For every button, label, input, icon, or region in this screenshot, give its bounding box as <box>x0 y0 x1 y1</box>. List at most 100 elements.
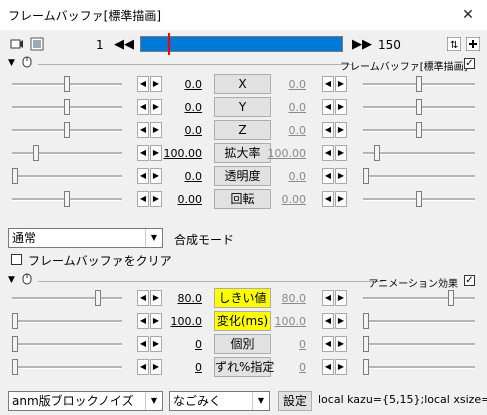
slider-thumb-right[interactable] <box>448 290 454 306</box>
decrement-left-button[interactable]: ◀ <box>137 76 149 92</box>
start-value[interactable]: 0.0 <box>158 78 203 91</box>
decrement-right-button[interactable]: ◀ <box>322 145 334 161</box>
end-value[interactable]: 0.0 <box>262 124 307 137</box>
slider-track-left[interactable] <box>12 366 122 369</box>
slider-track-right[interactable] <box>363 320 475 323</box>
end-value[interactable]: 100.00 <box>262 147 307 160</box>
start-value[interactable]: 0.0 <box>158 101 203 114</box>
start-value[interactable]: 100.00 <box>158 147 203 160</box>
section-enable-checkbox[interactable]: ✓ <box>464 275 475 286</box>
section-label: アニメーション効果 <box>368 279 458 290</box>
slider-thumb-right[interactable] <box>416 191 422 207</box>
slider-thumb-left[interactable] <box>64 191 70 207</box>
decrement-left-button[interactable]: ◀ <box>137 191 149 207</box>
slider-track-right[interactable] <box>363 175 475 178</box>
end-value[interactable]: 100.0 <box>262 315 307 328</box>
slider-thumb-left[interactable] <box>95 290 101 306</box>
end-value[interactable]: 0.0 <box>262 101 307 114</box>
slider-thumb-left[interactable] <box>12 168 18 184</box>
slider-thumb-right[interactable] <box>363 168 369 184</box>
end-value[interactable]: 0.0 <box>262 78 307 91</box>
start-value[interactable]: 0.00 <box>158 193 203 206</box>
end-value[interactable]: 0 <box>262 361 306 374</box>
decrement-right-button[interactable]: ◀ <box>322 122 334 138</box>
increment-right-button[interactable]: ▶ <box>335 191 347 207</box>
decrement-left-button[interactable]: ◀ <box>137 122 149 138</box>
slider-track-left[interactable] <box>12 152 122 155</box>
effect-select[interactable]: anm版ブロックノイズ ▼ <box>8 391 163 411</box>
increment-right-button[interactable]: ▶ <box>335 336 347 352</box>
slider-track-right[interactable] <box>363 343 475 346</box>
prev-keyframe-button[interactable]: ◀◀ <box>114 38 134 52</box>
collapse-icon[interactable]: ▼ <box>8 275 15 285</box>
decrement-left-button[interactable]: ◀ <box>137 290 149 306</box>
slider-track-left[interactable] <box>12 320 122 323</box>
slider-thumb-right[interactable] <box>416 122 422 138</box>
start-value[interactable]: 0.0 <box>158 170 203 183</box>
blend-mode-select[interactable]: 通常 ▼ <box>8 228 163 248</box>
start-value[interactable]: 0 <box>158 361 202 374</box>
image-icon[interactable] <box>30 37 44 51</box>
decrement-left-button[interactable]: ◀ <box>137 99 149 115</box>
decrement-right-button[interactable]: ◀ <box>322 191 334 207</box>
settings-button[interactable]: 設定 <box>278 391 312 411</box>
decrement-left-button[interactable]: ◀ <box>137 145 149 161</box>
decrement-left-button[interactable]: ◀ <box>137 168 149 184</box>
decrement-right-button[interactable]: ◀ <box>322 336 334 352</box>
decrement-right-button[interactable]: ◀ <box>322 99 334 115</box>
end-value[interactable]: 0.00 <box>262 193 307 206</box>
decrement-left-button[interactable]: ◀ <box>137 336 149 352</box>
increment-right-button[interactable]: ▶ <box>335 76 347 92</box>
slider-track-right[interactable] <box>363 366 475 369</box>
increment-right-button[interactable]: ▶ <box>335 313 347 329</box>
start-value[interactable]: 0 <box>158 338 202 351</box>
start-value[interactable]: 80.0 <box>158 292 203 305</box>
increment-right-button[interactable]: ▶ <box>335 99 347 115</box>
slider-thumb-right[interactable] <box>374 145 380 161</box>
preset-select[interactable]: なごみく ▼ <box>169 391 270 411</box>
slider-thumb-right[interactable] <box>416 76 422 92</box>
increment-right-button[interactable]: ▶ <box>335 290 347 306</box>
slider-thumb-left[interactable] <box>33 145 39 161</box>
decrement-left-button[interactable]: ◀ <box>137 359 149 375</box>
slider-thumb-right[interactable] <box>363 336 369 352</box>
slider-track-left[interactable] <box>12 297 122 300</box>
slider-thumb-right[interactable] <box>363 359 369 375</box>
start-value[interactable]: 100.0 <box>158 315 203 328</box>
slider-thumb-left[interactable] <box>64 99 70 115</box>
collapse-icon[interactable]: ▼ <box>8 58 15 68</box>
slider-thumb-left[interactable] <box>64 76 70 92</box>
slider-track-right[interactable] <box>363 297 475 300</box>
clear-framebuffer-checkbox[interactable] <box>11 254 22 265</box>
decrement-right-button[interactable]: ◀ <box>322 359 334 375</box>
decrement-right-button[interactable]: ◀ <box>322 76 334 92</box>
swap-icon[interactable]: ⇅ <box>446 36 462 52</box>
slider-track-left[interactable] <box>12 175 122 178</box>
add-icon[interactable] <box>465 36 481 52</box>
end-value[interactable]: 0 <box>262 338 306 351</box>
next-keyframe-button[interactable]: ▶▶ <box>352 38 372 52</box>
slider-thumb-left[interactable] <box>12 313 18 329</box>
end-value[interactable]: 80.0 <box>262 292 307 305</box>
start-value[interactable]: 0.0 <box>158 124 203 137</box>
decrement-right-button[interactable]: ◀ <box>322 290 334 306</box>
frame-seek-bar[interactable] <box>140 36 343 52</box>
increment-right-button[interactable]: ▶ <box>335 359 347 375</box>
slider-track-left[interactable] <box>12 343 122 346</box>
slider-thumb-left[interactable] <box>64 122 70 138</box>
increment-right-button[interactable]: ▶ <box>335 122 347 138</box>
section-enable-checkbox[interactable]: ✓ <box>464 58 475 69</box>
camera-icon[interactable] <box>10 37 24 51</box>
end-value[interactable]: 0.0 <box>262 170 307 183</box>
increment-right-button[interactable]: ▶ <box>335 145 347 161</box>
slider-thumb-right[interactable] <box>416 99 422 115</box>
slider-thumb-left[interactable] <box>12 336 18 352</box>
decrement-right-button[interactable]: ◀ <box>322 168 334 184</box>
close-button[interactable]: ✕ <box>455 4 481 26</box>
increment-right-button[interactable]: ▶ <box>335 168 347 184</box>
decrement-left-button[interactable]: ◀ <box>137 313 149 329</box>
decrement-right-button[interactable]: ◀ <box>322 313 334 329</box>
current-frame-marker[interactable] <box>168 33 170 55</box>
slider-thumb-right[interactable] <box>363 313 369 329</box>
slider-thumb-left[interactable] <box>12 359 18 375</box>
